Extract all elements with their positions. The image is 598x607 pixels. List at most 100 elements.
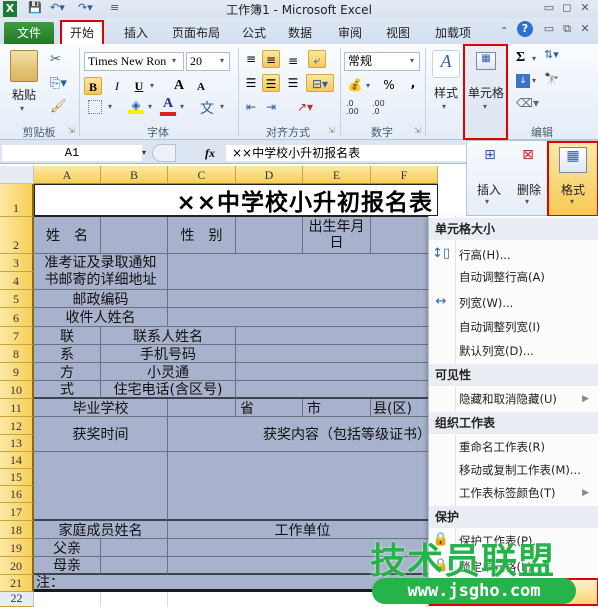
decrease-indent-icon[interactable]: ⇤ <box>242 98 260 116</box>
number-format-combo[interactable]: 常规 <box>344 52 420 71</box>
row-header-10[interactable]: 10 <box>0 381 34 399</box>
bold-button[interactable]: B <box>84 77 102 95</box>
home-phone-value-cell[interactable] <box>236 381 438 399</box>
workbook-restore-icon[interactable]: ⧉ <box>558 22 576 36</box>
fill-color-dropdown-icon[interactable]: ▾ <box>148 102 152 111</box>
underline-button[interactable]: U <box>130 77 148 95</box>
menu-item-hide-unhide[interactable]: 隐藏和取消隐藏(U) ▶ <box>459 388 597 410</box>
row-header-4[interactable]: 4 <box>0 272 34 290</box>
row-header-16[interactable]: 16 <box>0 486 34 503</box>
home-phone-label-cell[interactable]: 住宅电话(含区号) <box>101 381 236 399</box>
postcode-label-cell[interactable]: 邮政编码 <box>34 290 168 308</box>
contact-label-4[interactable]: 式 <box>34 381 101 399</box>
contact-label-2[interactable]: 系 <box>34 345 101 363</box>
shrink-font-button[interactable]: A <box>192 78 210 96</box>
row-header-21[interactable]: 21 <box>0 575 34 592</box>
school-value-cell[interactable] <box>168 399 236 417</box>
help-icon[interactable]: ? <box>517 21 533 37</box>
font-name-dropdown-icon[interactable]: ▾ <box>172 56 176 65</box>
address-value-cell[interactable] <box>168 254 438 290</box>
column-header-e[interactable]: E <box>303 166 371 184</box>
name-value-cell[interactable] <box>101 217 168 254</box>
number-format-dropdown-icon[interactable]: ▾ <box>410 56 414 65</box>
column-header-a[interactable]: A <box>34 166 101 184</box>
sort-filter-icon[interactable]: ⇅▾ <box>544 48 559 61</box>
comma-button[interactable]: , <box>404 74 422 92</box>
fill-color-icon[interactable]: ◈ <box>128 98 144 114</box>
select-all-corner[interactable] <box>0 166 34 184</box>
autosum-dropdown-icon[interactable]: ▾ <box>532 54 536 63</box>
city-label-cell[interactable]: 市 <box>303 399 371 417</box>
father-name-cell[interactable] <box>101 539 168 557</box>
format-painter-icon[interactable]: 🖌 <box>50 99 67 114</box>
paste-icon[interactable] <box>10 50 38 82</box>
phonetic-button[interactable]: 文 <box>200 98 214 118</box>
mother-label-cell[interactable]: 母亲 <box>34 557 101 575</box>
borders-dropdown-icon[interactable]: ▾ <box>108 102 112 111</box>
tab-formulas[interactable]: 公式 <box>236 22 272 44</box>
phs-value-cell[interactable] <box>236 363 438 381</box>
percent-button[interactable]: % <box>380 76 398 94</box>
province-label-cell[interactable]: 省 <box>236 399 303 417</box>
column-header-d[interactable]: D <box>236 166 303 184</box>
font-name-combo[interactable]: Times New Ron <box>84 52 184 71</box>
borders-icon[interactable] <box>88 100 102 114</box>
row-header-11[interactable]: 11 <box>0 399 34 417</box>
collapse-ribbon-icon[interactable]: ⌃ <box>500 26 508 37</box>
decrease-decimal-button[interactable]: .00 .0 <box>372 100 388 116</box>
redo-icon[interactable]: ↷▾ <box>78 1 93 17</box>
row-header-17[interactable]: 17 <box>0 503 34 521</box>
mother-name-cell[interactable] <box>101 557 168 575</box>
tab-file[interactable]: 文件 <box>4 22 54 44</box>
gender-value-cell[interactable] <box>236 217 303 254</box>
paste-button[interactable]: 粘贴 <box>6 86 42 103</box>
alignment-launcher-icon[interactable]: ⇲ <box>328 126 335 135</box>
tab-review[interactable]: 审阅 <box>332 22 368 44</box>
increase-decimal-button[interactable]: .0 .00 <box>346 100 362 116</box>
column-header-c[interactable]: C <box>168 166 236 184</box>
row-header-18[interactable]: 18 <box>0 521 34 539</box>
fill-icon[interactable]: ↓ <box>516 74 530 88</box>
row-header-3[interactable]: 3 <box>0 254 34 272</box>
insert-dropdown-icon[interactable]: ▾ <box>485 197 489 206</box>
align-middle-icon[interactable]: ≡ <box>262 50 280 68</box>
tab-home[interactable]: 开始 <box>60 20 104 44</box>
customize-qat-icon[interactable]: ≡ <box>110 1 119 17</box>
row-header-19[interactable]: 19 <box>0 539 34 557</box>
italic-button[interactable]: I <box>108 77 126 95</box>
mobile-label-cell[interactable]: 手机号码 <box>101 345 236 363</box>
award-content-label-cell[interactable]: 获奖内容（包括等级证书） <box>168 417 438 452</box>
copy-icon[interactable]: ⎘▾ <box>50 76 67 91</box>
align-left-icon[interactable]: ☰ <box>242 74 260 92</box>
format-button[interactable]: 格式 <box>551 181 595 198</box>
row-header-22[interactable]: 22 <box>0 591 34 607</box>
row-header-9[interactable]: 9 <box>0 363 34 381</box>
styles-dropdown-icon[interactable]: ▾ <box>442 102 446 111</box>
currency-icon[interactable]: 💰 <box>346 76 364 94</box>
name-box-dropdown-icon[interactable]: ▾ <box>142 148 146 157</box>
row-header-12[interactable]: 12 <box>0 417 34 435</box>
family-name-label-cell[interactable]: 家庭成员姓名 <box>34 521 168 539</box>
align-bottom-icon[interactable]: ≡ <box>284 52 302 70</box>
formula-bar-splitter[interactable] <box>152 144 176 162</box>
currency-dropdown-icon[interactable]: ▾ <box>366 81 370 90</box>
award-content-value-cell[interactable] <box>168 452 438 521</box>
menu-item-default-width[interactable]: 默认列宽(D)... <box>459 340 597 362</box>
gender-label-cell[interactable]: 性 别 <box>168 217 236 254</box>
award-time-value-cell[interactable] <box>34 452 168 521</box>
paste-dropdown-icon[interactable]: ▾ <box>20 104 24 113</box>
clipboard-launcher-icon[interactable]: ⇲ <box>68 126 75 135</box>
grow-font-button[interactable]: A <box>170 77 188 95</box>
menu-item-tab-color[interactable]: 工作表标签颜色(T) ▶ <box>459 482 597 504</box>
menu-item-column-width[interactable]: 列宽(W)... <box>459 292 597 314</box>
restore-icon[interactable]: ◻ <box>558 1 576 14</box>
undo-icon[interactable]: ↶▾ <box>50 1 65 17</box>
delete-dropdown-icon[interactable]: ▾ <box>525 197 529 206</box>
address-label-cell[interactable]: 准考证及录取通知 书邮寄的详细地址 <box>34 254 168 290</box>
row-header-14[interactable]: 14 <box>0 452 34 469</box>
recipient-label-cell[interactable]: 收件人姓名 <box>34 308 168 327</box>
autosum-button[interactable]: Σ <box>516 50 525 66</box>
contact-name-label-cell[interactable]: 联系人姓名 <box>101 327 236 345</box>
minimize-icon[interactable]: ▭ <box>540 1 558 14</box>
number-launcher-icon[interactable]: ⇲ <box>414 126 421 135</box>
